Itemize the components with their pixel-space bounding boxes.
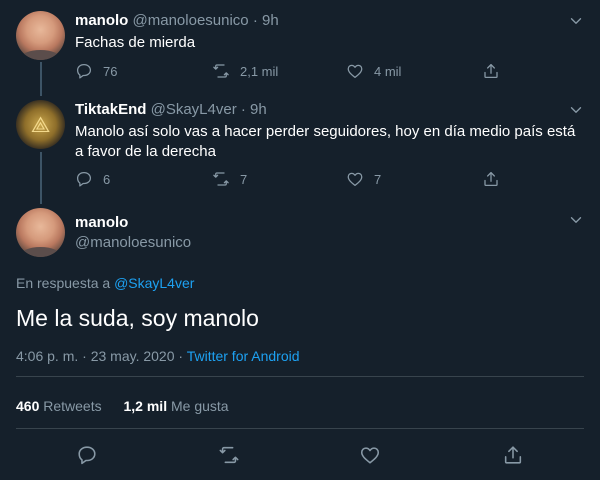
- tweet-source[interactable]: Twitter for Android: [187, 348, 300, 364]
- author-handle[interactable]: @manoloesunico: [133, 12, 249, 29]
- reply-button[interactable]: 76: [75, 62, 117, 80]
- retweets-count: 460: [16, 398, 40, 414]
- avatar[interactable]: ⟁: [16, 100, 65, 149]
- tweet-meta: 4:06 p. m. · 23 may. 2020 · Twitter for …: [16, 348, 300, 364]
- retweet-icon: [212, 170, 230, 188]
- retweet-button[interactable]: [218, 444, 240, 466]
- reply-prefix: En respuesta a: [16, 275, 111, 291]
- like-count: 4 mil: [374, 63, 402, 79]
- share-button[interactable]: [502, 444, 524, 466]
- tweet-text: Manolo así solo vas a hacer perder segui…: [75, 123, 576, 160]
- likes-stat[interactable]: 1,2 mil Me gusta: [124, 398, 229, 414]
- author-handle[interactable]: @SkayL4ver: [151, 101, 237, 118]
- tweet-stats: 460 Retweets 1,2 mil Me gusta: [16, 398, 229, 414]
- thread-line: [40, 152, 42, 204]
- reply-icon: [76, 444, 98, 466]
- tweet-header: manolo @manoloesunico · 9h: [75, 12, 279, 29]
- retweet-icon: [218, 444, 240, 466]
- author-name[interactable]: manolo: [75, 214, 128, 231]
- reply-icon: [75, 170, 93, 188]
- divider: [16, 376, 584, 377]
- share-icon: [502, 444, 524, 466]
- chevron-down-icon[interactable]: [567, 211, 585, 229]
- tweet-actions: 6 7 7: [75, 170, 580, 190]
- avatar[interactable]: [16, 11, 65, 60]
- tweet-time[interactable]: 9h: [262, 12, 279, 29]
- retweet-button[interactable]: 7: [212, 170, 247, 188]
- like-icon: [346, 62, 364, 80]
- reply-to-handle[interactable]: @SkayL4ver: [114, 275, 194, 291]
- retweets-label: Retweets: [43, 398, 102, 414]
- share-icon: [482, 170, 500, 188]
- like-button[interactable]: [359, 444, 381, 466]
- retweet-button[interactable]: 2,1 mil: [212, 62, 278, 80]
- main-tweet-text: Me la suda, soy manolo: [16, 305, 259, 331]
- retweet-count: 7: [240, 171, 248, 187]
- like-button[interactable]: 7: [346, 170, 381, 188]
- tweet-time[interactable]: 9h: [250, 101, 267, 118]
- tweet-actions: 76 2,1 mil 4 mil: [75, 62, 580, 82]
- like-icon: [346, 170, 364, 188]
- share-icon: [482, 62, 500, 80]
- tweet-text: Fachas de mierda: [75, 34, 196, 51]
- retweets-stat[interactable]: 460 Retweets: [16, 398, 102, 414]
- avatar[interactable]: [16, 208, 65, 257]
- like-button[interactable]: 4 mil: [346, 62, 401, 80]
- retweet-count: 2,1 mil: [240, 63, 279, 79]
- reply-icon: [75, 62, 93, 80]
- thread-line: [40, 62, 42, 96]
- share-button[interactable]: [482, 62, 510, 80]
- reply-button[interactable]: [76, 444, 98, 466]
- author-name[interactable]: manolo: [75, 12, 128, 29]
- likes-label: Me gusta: [170, 398, 229, 414]
- like-icon: [359, 444, 381, 466]
- reply-count: 6: [103, 171, 111, 187]
- like-count: 7: [374, 171, 382, 187]
- separator: ·: [252, 12, 258, 29]
- tweet-header: TiktakEnd @SkayL4ver · 9h: [75, 101, 267, 118]
- author-name[interactable]: TiktakEnd: [75, 101, 146, 118]
- divider: [16, 428, 584, 429]
- retweet-icon: [212, 62, 230, 80]
- chevron-down-icon[interactable]: [567, 101, 585, 119]
- likes-count: 1,2 mil: [123, 398, 168, 414]
- reply-button[interactable]: 6: [75, 170, 110, 188]
- tweet-timestamp[interactable]: 4:06 p. m. · 23 may. 2020 ·: [16, 348, 183, 364]
- share-button[interactable]: [482, 170, 510, 188]
- separator: ·: [240, 101, 246, 118]
- reply-count: 76: [103, 63, 118, 79]
- reply-context: En respuesta a @SkayL4ver: [16, 275, 194, 291]
- author-handle[interactable]: @manoloesunico: [75, 234, 191, 251]
- chevron-down-icon[interactable]: [567, 12, 585, 30]
